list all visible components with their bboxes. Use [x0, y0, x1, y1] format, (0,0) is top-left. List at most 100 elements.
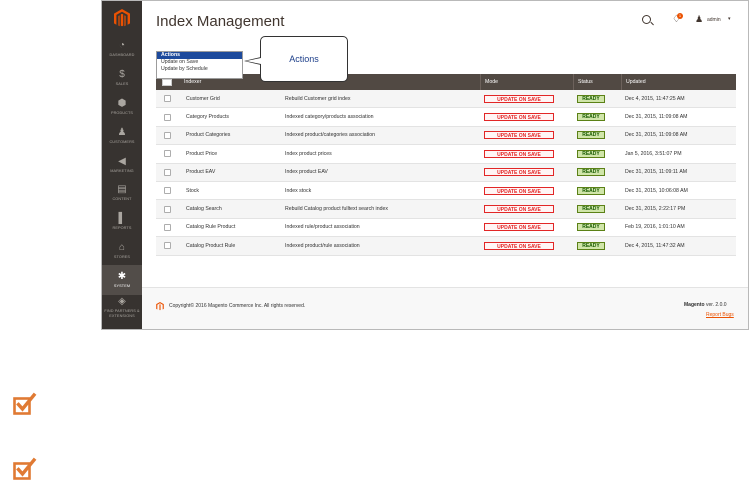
- sidebar-item-label: Dashboard: [109, 52, 135, 57]
- gear-icon: ✱: [117, 270, 127, 282]
- row-select-cell: [156, 131, 182, 139]
- magento-footer-logo-icon: [156, 302, 164, 311]
- table-row[interactable]: Product EAV Index product EAV UPDATE ON SA…: [156, 163, 736, 182]
- updated-date: Dec 31, 2015, 11:09:08 AM: [625, 114, 688, 121]
- actions-option-update-on-save[interactable]: Update on Save: [157, 59, 242, 66]
- store-icon: ⌂: [118, 241, 126, 253]
- sidebar-item-products[interactable]: ⬢ Products: [102, 92, 142, 122]
- sidebar-item-find-partners-extensions[interactable]: ◈ Find Partners & Extensions: [102, 293, 142, 323]
- row-checkbox[interactable]: [164, 113, 171, 121]
- sidebar-item-label: Customers: [109, 139, 135, 144]
- table-row[interactable]: Product Price Index product prices UPDATE …: [156, 145, 736, 164]
- row-select-cell: [156, 150, 182, 158]
- layout-icon: ▤: [117, 183, 127, 195]
- updated-date: Jan 5, 2016, 3:51:07 PM: [625, 150, 682, 157]
- sidebar-item-label: Reports: [112, 225, 132, 230]
- screenshot-frame: ◔ Dashboard $ Sales ⬢ Products ♟ Customers ◀ Mark…: [101, 0, 749, 330]
- mode-badge: UPDATE ON SAVE: [484, 94, 554, 103]
- user-icon[interactable]: ♟: [695, 14, 703, 25]
- dollar-icon: $: [119, 68, 125, 80]
- table-row[interactable]: Product Categories Indexed product/catego…: [156, 126, 736, 146]
- actions-option-actions[interactable]: Actions: [157, 52, 242, 59]
- indexer-name: Product Price: [186, 150, 218, 157]
- sidebar-item-label: Stores: [113, 254, 131, 259]
- indexer-name: Category Products: [186, 114, 229, 121]
- sidebar-item-content[interactable]: ▤ Content: [102, 178, 142, 208]
- sidebar-item-dashboard[interactable]: ◔ Dashboard: [102, 34, 142, 64]
- mode-cell: UPDATE ON SAVE: [480, 186, 573, 195]
- report-bugs-link[interactable]: Report Bugs: [706, 312, 734, 318]
- row-checkbox[interactable]: [164, 95, 171, 103]
- mode-cell: UPDATE ON SAVE: [480, 94, 573, 103]
- table-row[interactable]: Stock Index stock UPDATE ON SAVE READY Dec 3…: [156, 182, 736, 201]
- sidebar-item-stores[interactable]: ⌂ Stores: [102, 236, 142, 266]
- magento-logo[interactable]: [102, 1, 142, 35]
- row-select-cell: [156, 223, 182, 231]
- table-row[interactable]: Catalog Search Rebuild Catalog product fu…: [156, 200, 736, 219]
- indexer-description: Index product EAV: [285, 169, 328, 176]
- indexer-description: Indexed category/products association: [285, 114, 374, 121]
- actions-dropdown[interactable]: Actions Update on Save Update by Schedul…: [156, 51, 243, 79]
- search-icon[interactable]: [642, 15, 651, 24]
- updated-date: Dec 4, 2015, 11:47:32 AM: [625, 242, 685, 249]
- row-checkbox[interactable]: [164, 205, 171, 213]
- indexer-description: Indexed product/categories association: [285, 132, 375, 139]
- column-header-status[interactable]: Status: [573, 74, 621, 90]
- sidebar-item-system[interactable]: ✱ System: [102, 265, 142, 295]
- table-row[interactable]: Catalog Rule Product Indexed rule/product…: [156, 219, 736, 238]
- mode-badge: UPDATE ON SAVE: [484, 223, 554, 232]
- table-row[interactable]: Customer Grid Rebuild Customer grid index…: [156, 90, 736, 109]
- sidebar-item-label: Sales: [115, 81, 129, 86]
- row-select-cell: [156, 113, 182, 121]
- indexer-name: Customer Grid: [186, 95, 220, 102]
- status-cell: READY: [573, 168, 621, 177]
- updated-date: Dec 31, 2015, 2:22:17 PM: [625, 206, 686, 213]
- table-row[interactable]: Category Products Indexed category/produc…: [156, 108, 736, 127]
- mode-cell: UPDATE ON SAVE: [480, 131, 573, 140]
- grid-body: Customer Grid Rebuild Customer grid index…: [156, 90, 736, 256]
- mode-cell: UPDATE ON SAVE: [480, 241, 573, 250]
- indexer-name: Stock: [186, 187, 199, 194]
- table-row[interactable]: Catalog Product Rule Indexed product/rule…: [156, 237, 736, 256]
- actions-option-update-by-schedule[interactable]: Update by Schedule: [157, 66, 242, 73]
- status-cell: READY: [573, 149, 621, 158]
- mode-badge: UPDATE ON SAVE: [484, 113, 554, 122]
- status-badge: READY: [577, 131, 605, 140]
- actions-callout: Actions: [260, 36, 348, 82]
- row-select-cell: [156, 168, 182, 176]
- row-checkbox[interactable]: [164, 131, 171, 139]
- select-all-checkbox[interactable]: [162, 78, 172, 86]
- page-title: Index Management: [156, 13, 285, 30]
- box-icon: ◈: [118, 296, 126, 307]
- indexer-description: Indexed product/rule association: [285, 242, 360, 249]
- indexer-name: Catalog Search: [186, 206, 222, 213]
- status-cell: READY: [573, 131, 621, 140]
- column-header-updated[interactable]: Updated: [621, 74, 736, 90]
- sidebar-item-sales[interactable]: $ Sales: [102, 63, 142, 93]
- user-menu-name[interactable]: admin: [707, 17, 721, 23]
- status-cell: READY: [573, 205, 621, 214]
- row-checkbox[interactable]: [164, 242, 171, 250]
- status-cell: READY: [573, 113, 621, 122]
- column-header-mode[interactable]: Mode: [480, 74, 573, 90]
- sidebar-item-marketing[interactable]: ◀ Marketing: [102, 150, 142, 180]
- sidebar-item-customers[interactable]: ♟ Customers: [102, 121, 142, 151]
- cube-icon: ⬢: [117, 97, 127, 109]
- row-checkbox[interactable]: [164, 150, 171, 158]
- footer-version: Magento ver. 2.0.0: [684, 302, 727, 308]
- row-checkbox[interactable]: [164, 223, 171, 231]
- mode-badge: UPDATE ON SAVE: [484, 186, 554, 195]
- sidebar-item-reports[interactable]: ▌ Reports: [102, 207, 142, 237]
- chevron-down-icon[interactable]: ▾: [728, 16, 731, 22]
- row-checkbox[interactable]: [164, 187, 171, 195]
- row-checkbox[interactable]: [164, 168, 171, 176]
- indexer-description: Rebuild Customer grid index: [285, 95, 351, 102]
- sidebar-item-label: Find Partners & Extensions: [104, 309, 140, 318]
- admin-sidebar: ◔ Dashboard $ Sales ⬢ Products ♟ Customers ◀ Mark…: [102, 1, 142, 329]
- mode-badge: UPDATE ON SAVE: [484, 168, 554, 177]
- checkbox-checked-icon: [13, 392, 37, 415]
- status-cell: READY: [573, 223, 621, 232]
- mode-cell: UPDATE ON SAVE: [480, 205, 573, 214]
- grid-header-row: Indexer Mode Status Updated: [156, 74, 736, 90]
- notification-badge[interactable]: 1: [677, 13, 683, 19]
